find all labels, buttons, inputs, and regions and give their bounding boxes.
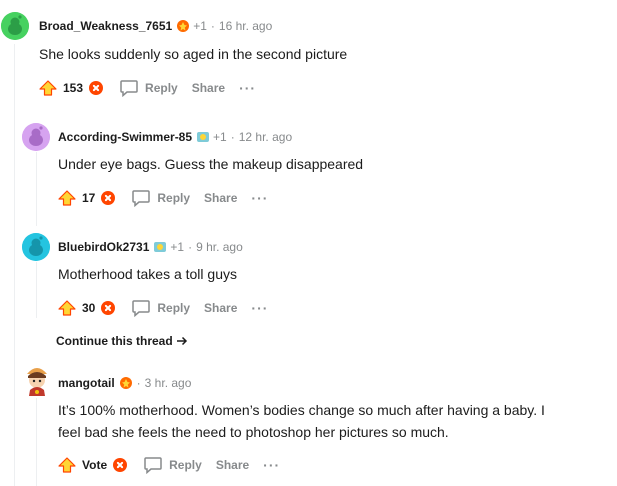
separator: · — [136, 376, 141, 390]
username[interactable]: Broad_Weakness_7651 — [39, 19, 172, 33]
score: 17 — [82, 191, 96, 205]
separator: · — [230, 130, 235, 144]
comment-body-line: It’s 100% motherhood. Women’s bodies cha… — [58, 402, 545, 418]
comment-actions: 17 Reply Share ··· — [58, 186, 268, 210]
share-button[interactable]: Share — [216, 458, 249, 472]
share-button[interactable]: Share — [192, 81, 225, 95]
reply-button[interactable]: Reply — [119, 79, 178, 97]
avatar[interactable] — [22, 123, 50, 151]
thread-line[interactable] — [36, 152, 37, 226]
reply-icon — [132, 190, 151, 207]
share-button[interactable]: Share — [204, 191, 237, 205]
comment-body: Motherhood takes a toll guys — [58, 266, 237, 282]
comment-actions: 30 Reply Share ··· — [58, 296, 268, 320]
timestamp[interactable]: 3 hr. ago — [145, 376, 192, 390]
thread-line[interactable] — [14, 44, 15, 486]
vote-label: Vote — [82, 458, 108, 472]
upvote-icon[interactable] — [58, 190, 76, 206]
avatar[interactable] — [22, 233, 50, 261]
comment-body: Under eye bags. Guess the makeup disappe… — [58, 156, 364, 172]
comment-meta: mangotail · 3 hr. ago — [58, 373, 191, 393]
upvote-icon[interactable] — [58, 300, 76, 316]
avatar[interactable] — [21, 364, 53, 396]
reply-button[interactable]: Reply — [131, 189, 190, 207]
reply-button[interactable]: Reply — [143, 456, 202, 474]
reply-icon — [120, 80, 138, 97]
avatar[interactable] — [1, 12, 29, 40]
award-icon[interactable] — [196, 130, 210, 144]
award-icon[interactable] — [119, 376, 133, 390]
comment-actions: Vote Reply Share ··· — [58, 453, 280, 477]
award-icon[interactable] — [153, 240, 167, 254]
upvote-icon[interactable] — [39, 80, 57, 96]
award-icon[interactable] — [176, 19, 190, 33]
award-count: +1 — [170, 240, 185, 254]
reply-icon — [144, 457, 162, 474]
downvote-icon[interactable] — [101, 301, 116, 315]
more-options-icon[interactable]: ··· — [251, 301, 268, 315]
downvote-icon[interactable] — [113, 458, 128, 472]
share-button[interactable]: Share — [204, 301, 237, 315]
timestamp[interactable]: 16 hr. ago — [219, 19, 272, 33]
downvote-icon[interactable] — [89, 81, 104, 95]
comment-body-line: feel bad she feels the need to photoshop… — [58, 424, 449, 440]
comment-body: It’s 100% motherhood. Women’s bodies cha… — [58, 399, 545, 443]
upvote-icon[interactable] — [58, 457, 76, 473]
snoo-avatar-icon — [22, 233, 50, 261]
custom-avatar-icon — [27, 368, 47, 396]
more-options-icon[interactable]: ··· — [263, 458, 280, 472]
comment-actions: 153 Reply Share ··· — [39, 76, 256, 100]
more-options-icon[interactable]: ··· — [251, 191, 268, 205]
username[interactable]: mangotail — [58, 376, 115, 390]
reply-label: Reply — [145, 81, 178, 95]
score: 30 — [82, 301, 96, 315]
snoo-avatar-icon — [1, 12, 29, 40]
timestamp[interactable]: 9 hr. ago — [196, 240, 243, 254]
reply-label: Reply — [169, 458, 202, 472]
downvote-icon[interactable] — [101, 191, 116, 205]
reply-label: Reply — [157, 191, 191, 205]
arrow-right-icon — [176, 336, 187, 346]
comment-body: She looks suddenly so aged in the second… — [39, 46, 348, 62]
continue-thread-link[interactable]: Continue this thread — [56, 334, 188, 348]
username[interactable]: BluebirdOk2731 — [58, 240, 149, 254]
thread-line[interactable] — [36, 262, 37, 318]
timestamp[interactable]: 12 hr. ago — [239, 130, 292, 144]
comment-meta: Broad_Weakness_7651 +1 · 16 hr. ago — [39, 16, 272, 36]
thread-line[interactable] — [36, 398, 37, 486]
reply-button[interactable]: Reply — [131, 299, 190, 317]
comment-meta: According-Swimmer-85 +1 · 12 hr. ago — [58, 127, 292, 147]
more-options-icon[interactable]: ··· — [239, 81, 256, 95]
comment-meta: BluebirdOk2731 +1 · 9 hr. ago — [58, 237, 243, 257]
separator: · — [210, 19, 215, 33]
continue-thread-label: Continue this thread — [56, 334, 173, 348]
reply-label: Reply — [157, 301, 191, 315]
award-count: +1 — [193, 19, 207, 33]
score: 153 — [63, 81, 84, 95]
award-count: +1 — [213, 130, 227, 144]
snoo-avatar-icon — [22, 123, 50, 151]
username[interactable]: According-Swimmer-85 — [58, 130, 192, 144]
separator: · — [188, 240, 193, 254]
reply-icon — [132, 300, 151, 317]
